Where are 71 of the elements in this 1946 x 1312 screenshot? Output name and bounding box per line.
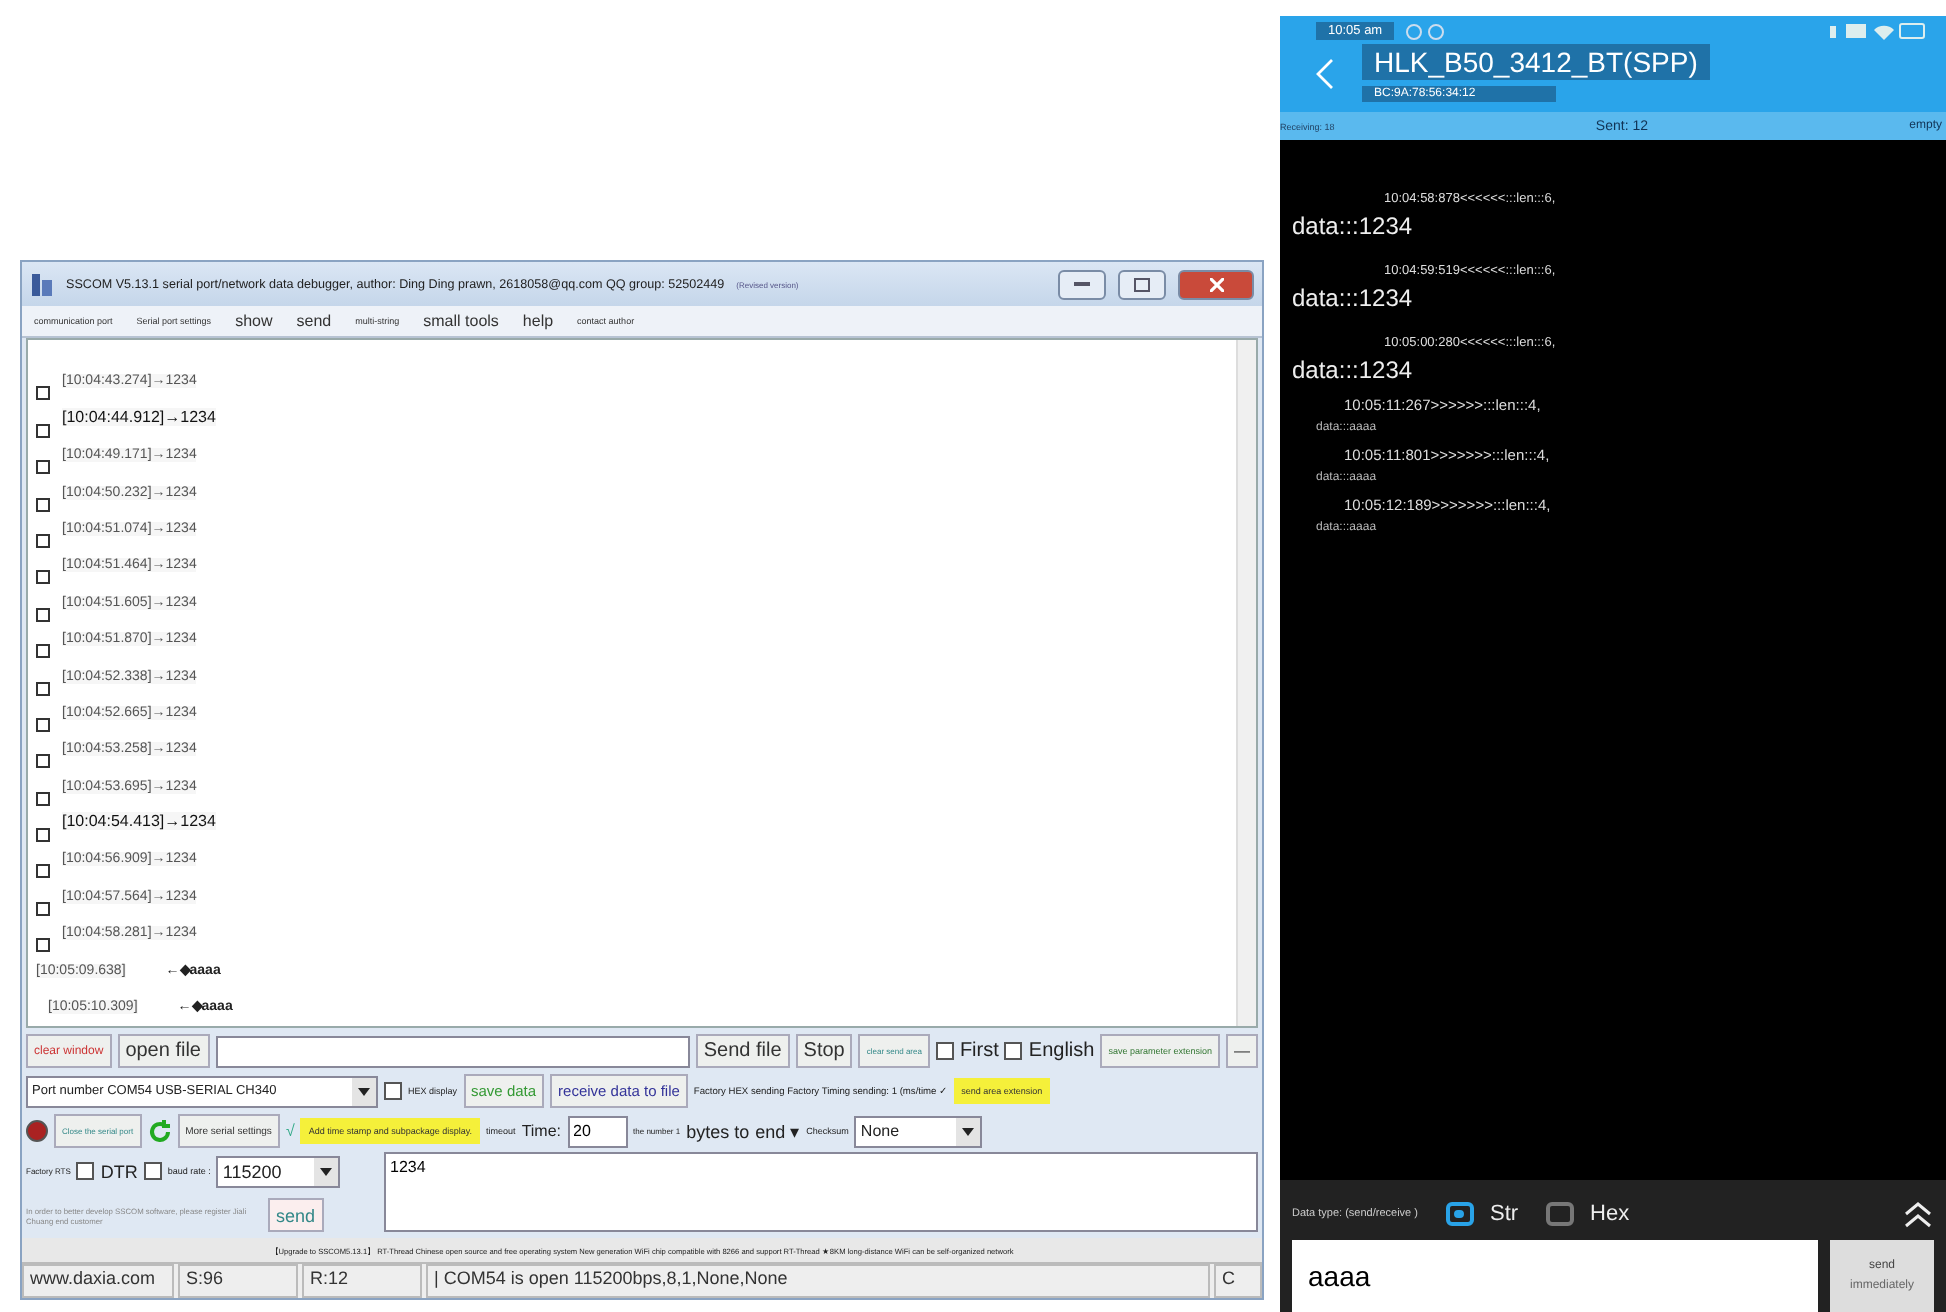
maximize-icon [1134,277,1150,291]
bytes-to-label: bytes to [686,1121,750,1141]
baud-select[interactable]: 115200 [216,1155,341,1187]
minimize-button[interactable] [1058,269,1106,299]
rts-checkbox[interactable] [76,1162,95,1180]
status-text: | COM54 is open 115200bps,8,1,None,None [426,1264,1210,1298]
status-icons [1406,23,1445,39]
dropdown-icon[interactable] [320,1167,333,1175]
english-checkbox[interactable] [1004,1042,1023,1060]
message-data: data:::1234 [1292,356,1415,384]
dropdown-icon[interactable] [962,1127,975,1135]
square-icon [36,497,50,512]
file-path-field[interactable] [215,1035,690,1067]
minimize-icon [1074,281,1090,287]
open-file-button[interactable]: open file [117,1034,209,1068]
square-icon [36,828,50,843]
square-icon [36,864,50,879]
maximize-button[interactable] [1118,269,1166,299]
send-field[interactable]: 1234 [384,1152,1258,1232]
menu-item[interactable]: small tools [423,312,499,330]
square-icon [36,386,50,401]
status-text: R:12 [302,1264,422,1298]
square-icon [36,607,50,622]
square-icon [36,901,50,916]
message-data: data:::1234 [1292,212,1415,240]
square-icon [36,644,50,659]
message-field[interactable]: aaaa [1292,1240,1818,1312]
send-button[interactable]: send [268,1198,324,1232]
end-select[interactable]: end ▾ [755,1121,801,1141]
checkbox-label: English [1028,1040,1095,1062]
checkbox-label: First [959,1040,999,1062]
menu-item[interactable]: show [235,312,273,330]
status-text: www.daxia.com [22,1264,174,1298]
square-icon [36,533,50,548]
square-icon [36,791,50,806]
port-status-icon [26,1120,48,1142]
stop-button[interactable]: Stop [795,1034,853,1068]
first-checkbox[interactable] [935,1042,954,1060]
square-icon [36,681,50,696]
close-button[interactable] [1178,269,1254,299]
status-text: C [1214,1264,1262,1298]
square-icon [36,423,50,438]
menu-item[interactable]: help [522,312,554,330]
radio-label: Hex [1590,1202,1630,1226]
app-icon [30,270,54,298]
square-icon [36,754,50,769]
time-label: Time: [521,1122,562,1140]
hex-display-checkbox[interactable] [384,1082,402,1100]
device-title: HLK_B50_3412_BT(SPP) [1362,44,1710,80]
radio-label: Str [1489,1202,1519,1226]
close-icon [1209,277,1223,291]
dtr-checkbox[interactable] [143,1162,162,1180]
status-text: S:96 [178,1264,298,1298]
menu-item[interactable]: send [296,312,332,330]
signal-battery-icons [1826,22,1926,40]
square-icon [36,570,50,585]
collapse-button[interactable]: — [1226,1034,1258,1068]
send-file-button[interactable]: Send file [695,1034,790,1068]
back-icon[interactable] [1316,57,1334,89]
square-icon [36,938,50,953]
square-icon [36,717,50,732]
time-field[interactable]: 20 [567,1115,628,1147]
message-data: data:::1234 [1292,284,1415,312]
dropdown-icon[interactable] [358,1087,370,1095]
collapse-icon[interactable] [1902,1200,1934,1228]
checksum-select[interactable]: None [854,1115,983,1147]
radio-button[interactable] [1546,1202,1575,1226]
checkbox-label: DTR [100,1161,138,1181]
square-icon [36,460,50,475]
radio-button[interactable] [1445,1202,1474,1226]
scrollbar[interactable] [1236,340,1256,1026]
